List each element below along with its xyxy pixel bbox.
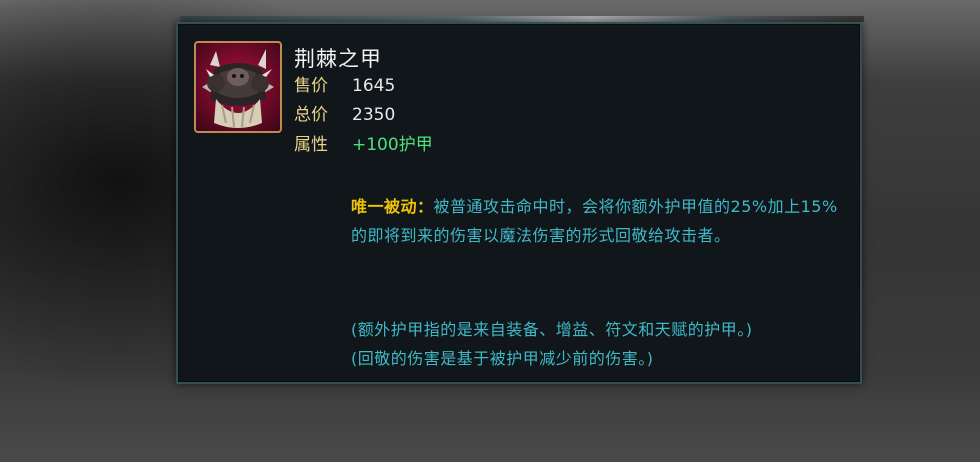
stat-label: 属性 bbox=[294, 135, 328, 155]
passive-description: 唯一被动：被普通攻击命中时，会将你额外护甲值的25%加上15%的即将到来的伤害以… bbox=[351, 192, 846, 250]
stat-label: 总价 bbox=[294, 105, 328, 125]
note-line: (额外护甲指的是来自装备、增益、符文和天赋的护甲。) bbox=[351, 320, 753, 339]
stat-row-total-price: 总价 2350 bbox=[294, 103, 395, 127]
stat-value: +100护甲 bbox=[352, 135, 433, 155]
passive-label: 唯一被动： bbox=[351, 197, 434, 216]
stat-row-attributes: 属性 +100护甲 bbox=[294, 133, 433, 157]
thornmail-icon bbox=[194, 41, 282, 133]
stat-row-sell-price: 售价 1645 bbox=[294, 74, 395, 98]
item-notes: (额外护甲指的是来自装备、增益、符文和天赋的护甲。) (回敬的伤害是基于被护甲减… bbox=[351, 315, 851, 373]
item-tooltip: 荆棘之甲 售价 1645 总价 2350 属性 +100护甲 唯一被动：被普通攻击命中… bbox=[176, 22, 862, 384]
stat-value: 2350 bbox=[352, 105, 396, 125]
item-name: 荆棘之甲 bbox=[294, 47, 382, 71]
stat-value: 1645 bbox=[352, 76, 396, 96]
note-line: (回敬的伤害是基于被护甲减少前的伤害。) bbox=[351, 349, 654, 368]
stat-label: 售价 bbox=[294, 76, 328, 96]
